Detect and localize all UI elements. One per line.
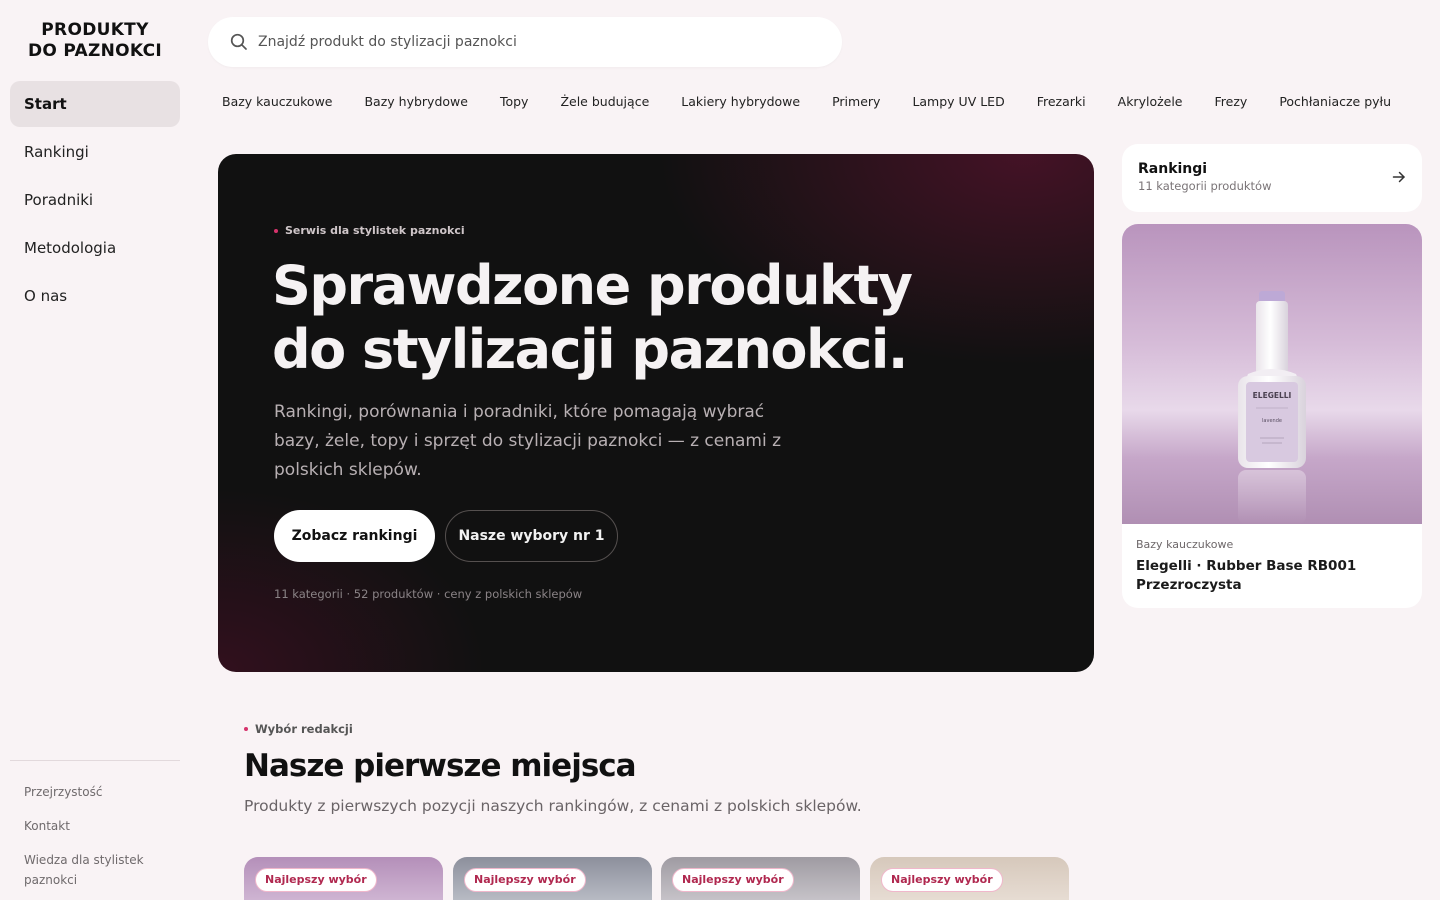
main-nav: Start Rankingi Poradniki Metodologia O n… — [10, 81, 180, 321]
category-lampy-uv-led[interactable]: Lampy UV LED — [912, 92, 1004, 112]
top-pick-card[interactable]: Najlepszy wybór — [870, 857, 1069, 900]
best-choice-badge: Najlepszy wybór — [255, 868, 377, 892]
accent-dot-icon — [244, 727, 248, 731]
category-akrylozele[interactable]: Akrylożele — [1118, 92, 1183, 112]
bottle-variant-text: lavende — [1262, 418, 1282, 424]
hero-title: Sprawdzone produkty do stylizacji paznok… — [272, 254, 1032, 382]
top-pick-card[interactable]: Najlepszy wybór — [453, 857, 652, 900]
nav-item-metodologia[interactable]: Metodologia — [10, 225, 180, 271]
featured-product-card[interactable]: ELEGELLI lavende Bazy kauczukowe Elegell… — [1122, 224, 1422, 608]
nav-item-rankingi[interactable]: Rankingi — [10, 129, 180, 175]
product-category: Bazy kauczukowe — [1136, 538, 1234, 551]
arrow-right-icon — [1392, 171, 1405, 183]
category-zele-budujace[interactable]: Żele budujące — [560, 92, 649, 112]
see-rankings-button[interactable]: Zobacz rankingi — [274, 510, 435, 562]
hero-eyebrow-text: Serwis dla stylistek paznokci — [285, 224, 465, 237]
bottle-illustration: ELEGELLI lavende — [1238, 291, 1306, 524]
category-nav: Bazy kauczukowe Bazy hybrydowe Topy Żele… — [222, 92, 1422, 112]
footer-link-kontakt[interactable]: Kontakt — [24, 816, 174, 836]
site-logo[interactable]: PRODUKTY DO PAZNOKCI — [0, 20, 190, 62]
sidebar-divider — [10, 760, 180, 761]
search-icon — [230, 33, 247, 50]
editorial-title: Nasze pierwsze miejsca — [244, 748, 637, 784]
nav-item-poradniki[interactable]: Poradniki — [10, 177, 180, 223]
hero-title-line-2: do stylizacji paznokci. — [272, 318, 908, 381]
rankings-card[interactable]: Rankingi 11 kategorii produktów — [1122, 144, 1422, 212]
category-bazy-hybrydowe[interactable]: Bazy hybrydowe — [364, 92, 467, 112]
editorial-eyebrow-text: Wybór redakcji — [255, 722, 353, 736]
top-picks-button[interactable]: Nasze wybory nr 1 — [445, 510, 618, 562]
top-picks-grid: Najlepszy wybór Najlepszy wybór Najlepsz… — [244, 857, 1084, 900]
rankings-card-title: Rankingi — [1138, 161, 1208, 177]
rankings-card-subtitle: 11 kategorii produktów — [1138, 179, 1272, 193]
hero-meta: 11 kategorii · 52 produktów · ceny z pol… — [274, 587, 583, 601]
category-frezarki[interactable]: Frezarki — [1037, 92, 1086, 112]
category-frezy[interactable]: Frezy — [1215, 92, 1248, 112]
footer-link-wiedza[interactable]: Wiedza dla stylistek paznokci — [24, 850, 174, 890]
editorial-eyebrow: Wybór redakcji — [244, 722, 353, 736]
top-pick-card[interactable]: Najlepszy wybór — [661, 857, 860, 900]
product-image: ELEGELLI lavende — [1122, 224, 1422, 524]
category-pochlaniacze-pylu[interactable]: Pochłaniacze pyłu — [1279, 92, 1391, 112]
category-topy[interactable]: Topy — [500, 92, 529, 112]
best-choice-badge: Najlepszy wybór — [672, 868, 794, 892]
top-pick-card[interactable]: Najlepszy wybór — [244, 857, 443, 900]
nav-item-o-nas[interactable]: O nas — [10, 273, 180, 319]
category-bazy-kauczukowe[interactable]: Bazy kauczukowe — [222, 92, 332, 112]
bottle-brand-text: ELEGELLI — [1253, 391, 1292, 400]
category-lakiery-hybrydowe[interactable]: Lakiery hybrydowe — [681, 92, 800, 112]
product-name: Elegelli · Rubber Base RB001 Przezroczys… — [1136, 558, 1357, 593]
sidebar: PRODUKTY DO PAZNOKCI Start Rankingi Pora… — [0, 0, 190, 900]
best-choice-badge: Najlepszy wybór — [464, 868, 586, 892]
sidebar-footer-links: Przejrzystość Kontakt Wiedza dla stylist… — [24, 782, 174, 900]
hero-banner: Serwis dla stylistek paznokci Sprawdzone… — [218, 154, 1094, 672]
footer-link-przejrzystosc[interactable]: Przejrzystość — [24, 782, 174, 802]
nav-item-start[interactable]: Start — [10, 81, 180, 127]
hero-title-line-1: Sprawdzone produkty — [272, 254, 913, 317]
editorial-description: Produkty z pierwszych pozycji naszych ra… — [244, 797, 862, 815]
search-bar[interactable] — [208, 17, 842, 67]
logo-line-1: PRODUKTY — [41, 20, 149, 40]
search-input[interactable] — [258, 34, 798, 50]
best-choice-badge: Najlepszy wybór — [881, 868, 1003, 892]
logo-line-2: DO PAZNOKCI — [27, 41, 163, 61]
hero-eyebrow: Serwis dla stylistek paznokci — [274, 224, 465, 237]
category-primery[interactable]: Primery — [832, 92, 880, 112]
hero-description: Rankingi, porównania i poradniki, które … — [274, 402, 782, 480]
accent-dot-icon — [274, 228, 278, 233]
